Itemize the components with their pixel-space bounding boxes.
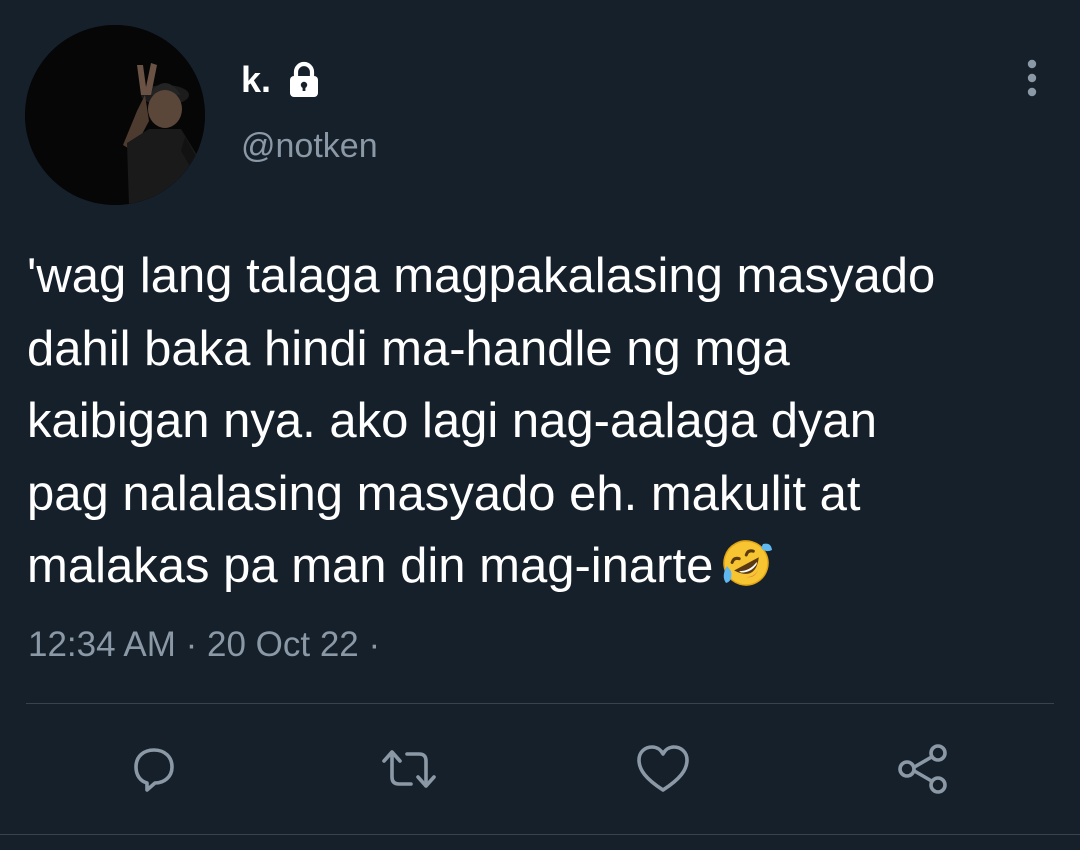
meta-separator: · xyxy=(368,625,381,664)
tweet-date: 20 Oct 22 xyxy=(207,625,359,664)
avatar[interactable] xyxy=(25,25,205,205)
tweet-text-line: malakas pa man din mag-inarte xyxy=(27,539,714,593)
more-options-button[interactable] xyxy=(1012,56,1052,100)
tweet-text-line: 'wag lang talaga magpakalasing masyado xyxy=(27,249,936,303)
divider xyxy=(26,703,1054,704)
display-name[interactable]: k. xyxy=(241,58,271,102)
meta-separator: · xyxy=(185,625,198,664)
reply-icon xyxy=(134,748,174,792)
username-handle[interactable]: @notken xyxy=(241,126,378,166)
divider xyxy=(0,834,1080,835)
tweet-text: 'wag lang talaga magpakalasing masyado d… xyxy=(27,240,1067,611)
share-button[interactable] xyxy=(892,738,954,800)
retweet-button[interactable] xyxy=(378,738,440,800)
tweet-timestamp: 12:34 AM · 20 Oct 22 · xyxy=(28,624,380,666)
tweet-text-line: kaibigan nya. ako lagi nag-aalaga dyan xyxy=(27,394,877,448)
like-button[interactable] xyxy=(632,738,694,800)
more-vertical-icon xyxy=(1027,59,1037,97)
retweet-icon xyxy=(382,750,436,788)
tweet-time: 12:34 AM xyxy=(28,625,176,664)
tweet-text-line: pag nalalasing masyado eh. makulit at xyxy=(27,466,861,521)
heart-icon xyxy=(637,745,689,792)
tweet-text-line: dahil baka hindi ma-handle ng mga xyxy=(27,321,790,376)
avatar-image xyxy=(25,25,205,205)
lock-icon xyxy=(285,61,323,99)
tweet-text-line-last: malakas pa man din mag-inarte xyxy=(27,530,1067,611)
share-icon xyxy=(898,744,947,794)
rolling-on-floor-laughing-emoji-icon xyxy=(719,536,773,611)
author-name-row: k. xyxy=(241,58,323,102)
reply-button[interactable] xyxy=(123,738,185,800)
